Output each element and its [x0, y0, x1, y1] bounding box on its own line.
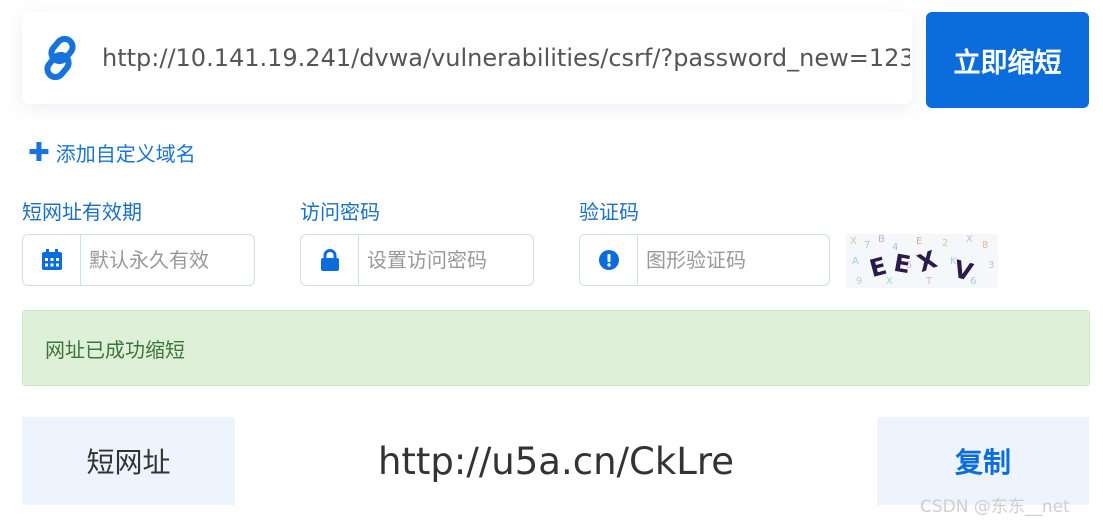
svg-text:T: T	[925, 276, 933, 287]
svg-text:A: A	[852, 256, 859, 267]
short-url-text[interactable]: http://u5a.cn/CkLre	[235, 417, 877, 505]
captcha-field	[579, 234, 830, 286]
password-field	[300, 234, 534, 286]
lock-icon	[301, 235, 359, 285]
captcha-image[interactable]: X7 B4 E2 X8 A5 K3 9X T6 E E X V	[846, 234, 998, 288]
password-label: 访问密码	[300, 200, 380, 224]
exclamation-circle-icon	[580, 235, 638, 285]
svg-text:7: 7	[864, 240, 870, 251]
password-input[interactable]	[359, 248, 533, 272]
shorten-button[interactable]: 立即缩短	[926, 12, 1089, 108]
svg-text:X: X	[966, 234, 973, 245]
expiry-label: 短网址有效期	[22, 200, 142, 224]
url-input-card	[22, 12, 912, 104]
plus-icon: ✚	[28, 137, 50, 168]
svg-text:E: E	[916, 236, 922, 247]
svg-text:9: 9	[856, 276, 862, 287]
captcha-label: 验证码	[579, 200, 639, 224]
copy-button-label: 复制	[954, 446, 1011, 479]
expiry-input[interactable]	[81, 248, 254, 272]
svg-text:2: 2	[942, 238, 948, 249]
add-custom-domain-link[interactable]: ✚ 添加自定义域名	[28, 138, 196, 167]
link-icon	[38, 36, 82, 80]
watermark: CSDN @东东__net	[920, 497, 1070, 517]
captcha-input[interactable]	[638, 248, 829, 272]
success-message: 网址已成功缩短	[45, 337, 185, 362]
svg-text:B: B	[878, 234, 885, 245]
success-alert: 网址已成功缩短	[22, 310, 1090, 386]
svg-text:X: X	[850, 236, 857, 247]
add-custom-domain-label: 添加自定义域名	[55, 142, 196, 166]
expiry-field	[22, 234, 255, 286]
svg-text:8: 8	[982, 240, 988, 251]
calendar-icon	[23, 235, 81, 285]
short-url-label-text: 短网址	[86, 446, 171, 479]
svg-text:3: 3	[988, 260, 994, 271]
short-url-label: 短网址	[22, 417, 235, 505]
long-url-input[interactable]	[102, 44, 910, 72]
